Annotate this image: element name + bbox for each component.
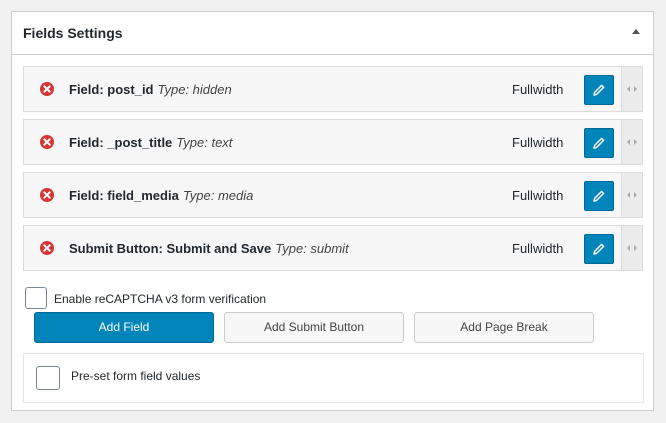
remove-circle-icon[interactable] xyxy=(40,82,54,96)
remove-circle-icon[interactable] xyxy=(40,241,54,255)
drag-handle-icon xyxy=(627,245,637,251)
drag-handle[interactable] xyxy=(621,120,642,164)
pencil-icon xyxy=(593,137,605,149)
edit-field-button[interactable] xyxy=(584,234,614,264)
field-width: Fullwidth xyxy=(512,241,564,256)
field-name: Field: post_id xyxy=(69,82,154,97)
field-label: Field: _post_title Type: text xyxy=(69,135,232,150)
panel-header[interactable]: Fields Settings xyxy=(12,12,653,55)
field-row: Submit Button: Submit and Save Type: subm… xyxy=(23,225,643,271)
pencil-icon xyxy=(593,190,605,202)
field-type: Type: text xyxy=(176,135,233,150)
field-type: Type: hidden xyxy=(157,82,232,97)
field-width: Fullwidth xyxy=(512,188,564,203)
field-name: Submit Button: Submit and Save xyxy=(69,241,272,256)
preset-values-label: Pre-set form field values xyxy=(71,369,201,383)
recaptcha-checkbox[interactable] xyxy=(25,287,47,309)
field-type: Type: media xyxy=(182,188,254,203)
drag-handle[interactable] xyxy=(621,173,642,217)
field-type: Type: submit xyxy=(275,241,349,256)
triangle-up-icon[interactable] xyxy=(632,29,640,34)
edit-field-button[interactable] xyxy=(584,75,614,105)
field-row: Field: field_media Type: media Fullwidth xyxy=(23,172,643,218)
field-label: Field: post_id Type: hidden xyxy=(69,82,232,97)
field-width: Fullwidth xyxy=(512,82,564,97)
edit-field-button[interactable] xyxy=(584,128,614,158)
pencil-icon xyxy=(593,84,605,96)
remove-circle-icon[interactable] xyxy=(40,188,54,202)
drag-handle-icon xyxy=(627,139,637,145)
field-width: Fullwidth xyxy=(512,135,564,150)
field-name: Field: field_media xyxy=(69,188,179,203)
field-row: Field: post_id Type: hidden Fullwidth xyxy=(23,66,643,112)
fields-settings-panel: Fields Settings Field: post_id Type: hidd… xyxy=(11,11,654,411)
preset-values-checkbox[interactable] xyxy=(36,366,60,390)
edit-field-button[interactable] xyxy=(584,181,614,211)
pencil-icon xyxy=(593,243,605,255)
drag-handle[interactable] xyxy=(621,67,642,111)
add-page-break-button[interactable]: Add Page Break xyxy=(414,312,594,343)
field-row: Field: _post_title Type: text Fullwidth xyxy=(23,119,643,165)
drag-handle[interactable] xyxy=(621,226,642,270)
recaptcha-label: Enable reCAPTCHA v3 form verification xyxy=(54,292,267,306)
field-label: Field: field_media Type: media xyxy=(69,188,253,203)
drag-handle-icon xyxy=(627,86,637,92)
field-name: Field: _post_title xyxy=(69,135,173,150)
add-submit-button[interactable]: Add Submit Button xyxy=(224,312,404,343)
preset-values-box: Pre-set form field values xyxy=(23,353,644,403)
drag-handle-icon xyxy=(627,192,637,198)
field-label: Submit Button: Submit and Save Type: subm… xyxy=(69,241,349,256)
remove-circle-icon[interactable] xyxy=(40,135,54,149)
panel-title: Fields Settings xyxy=(23,25,123,41)
add-field-button[interactable]: Add Field xyxy=(34,312,214,343)
